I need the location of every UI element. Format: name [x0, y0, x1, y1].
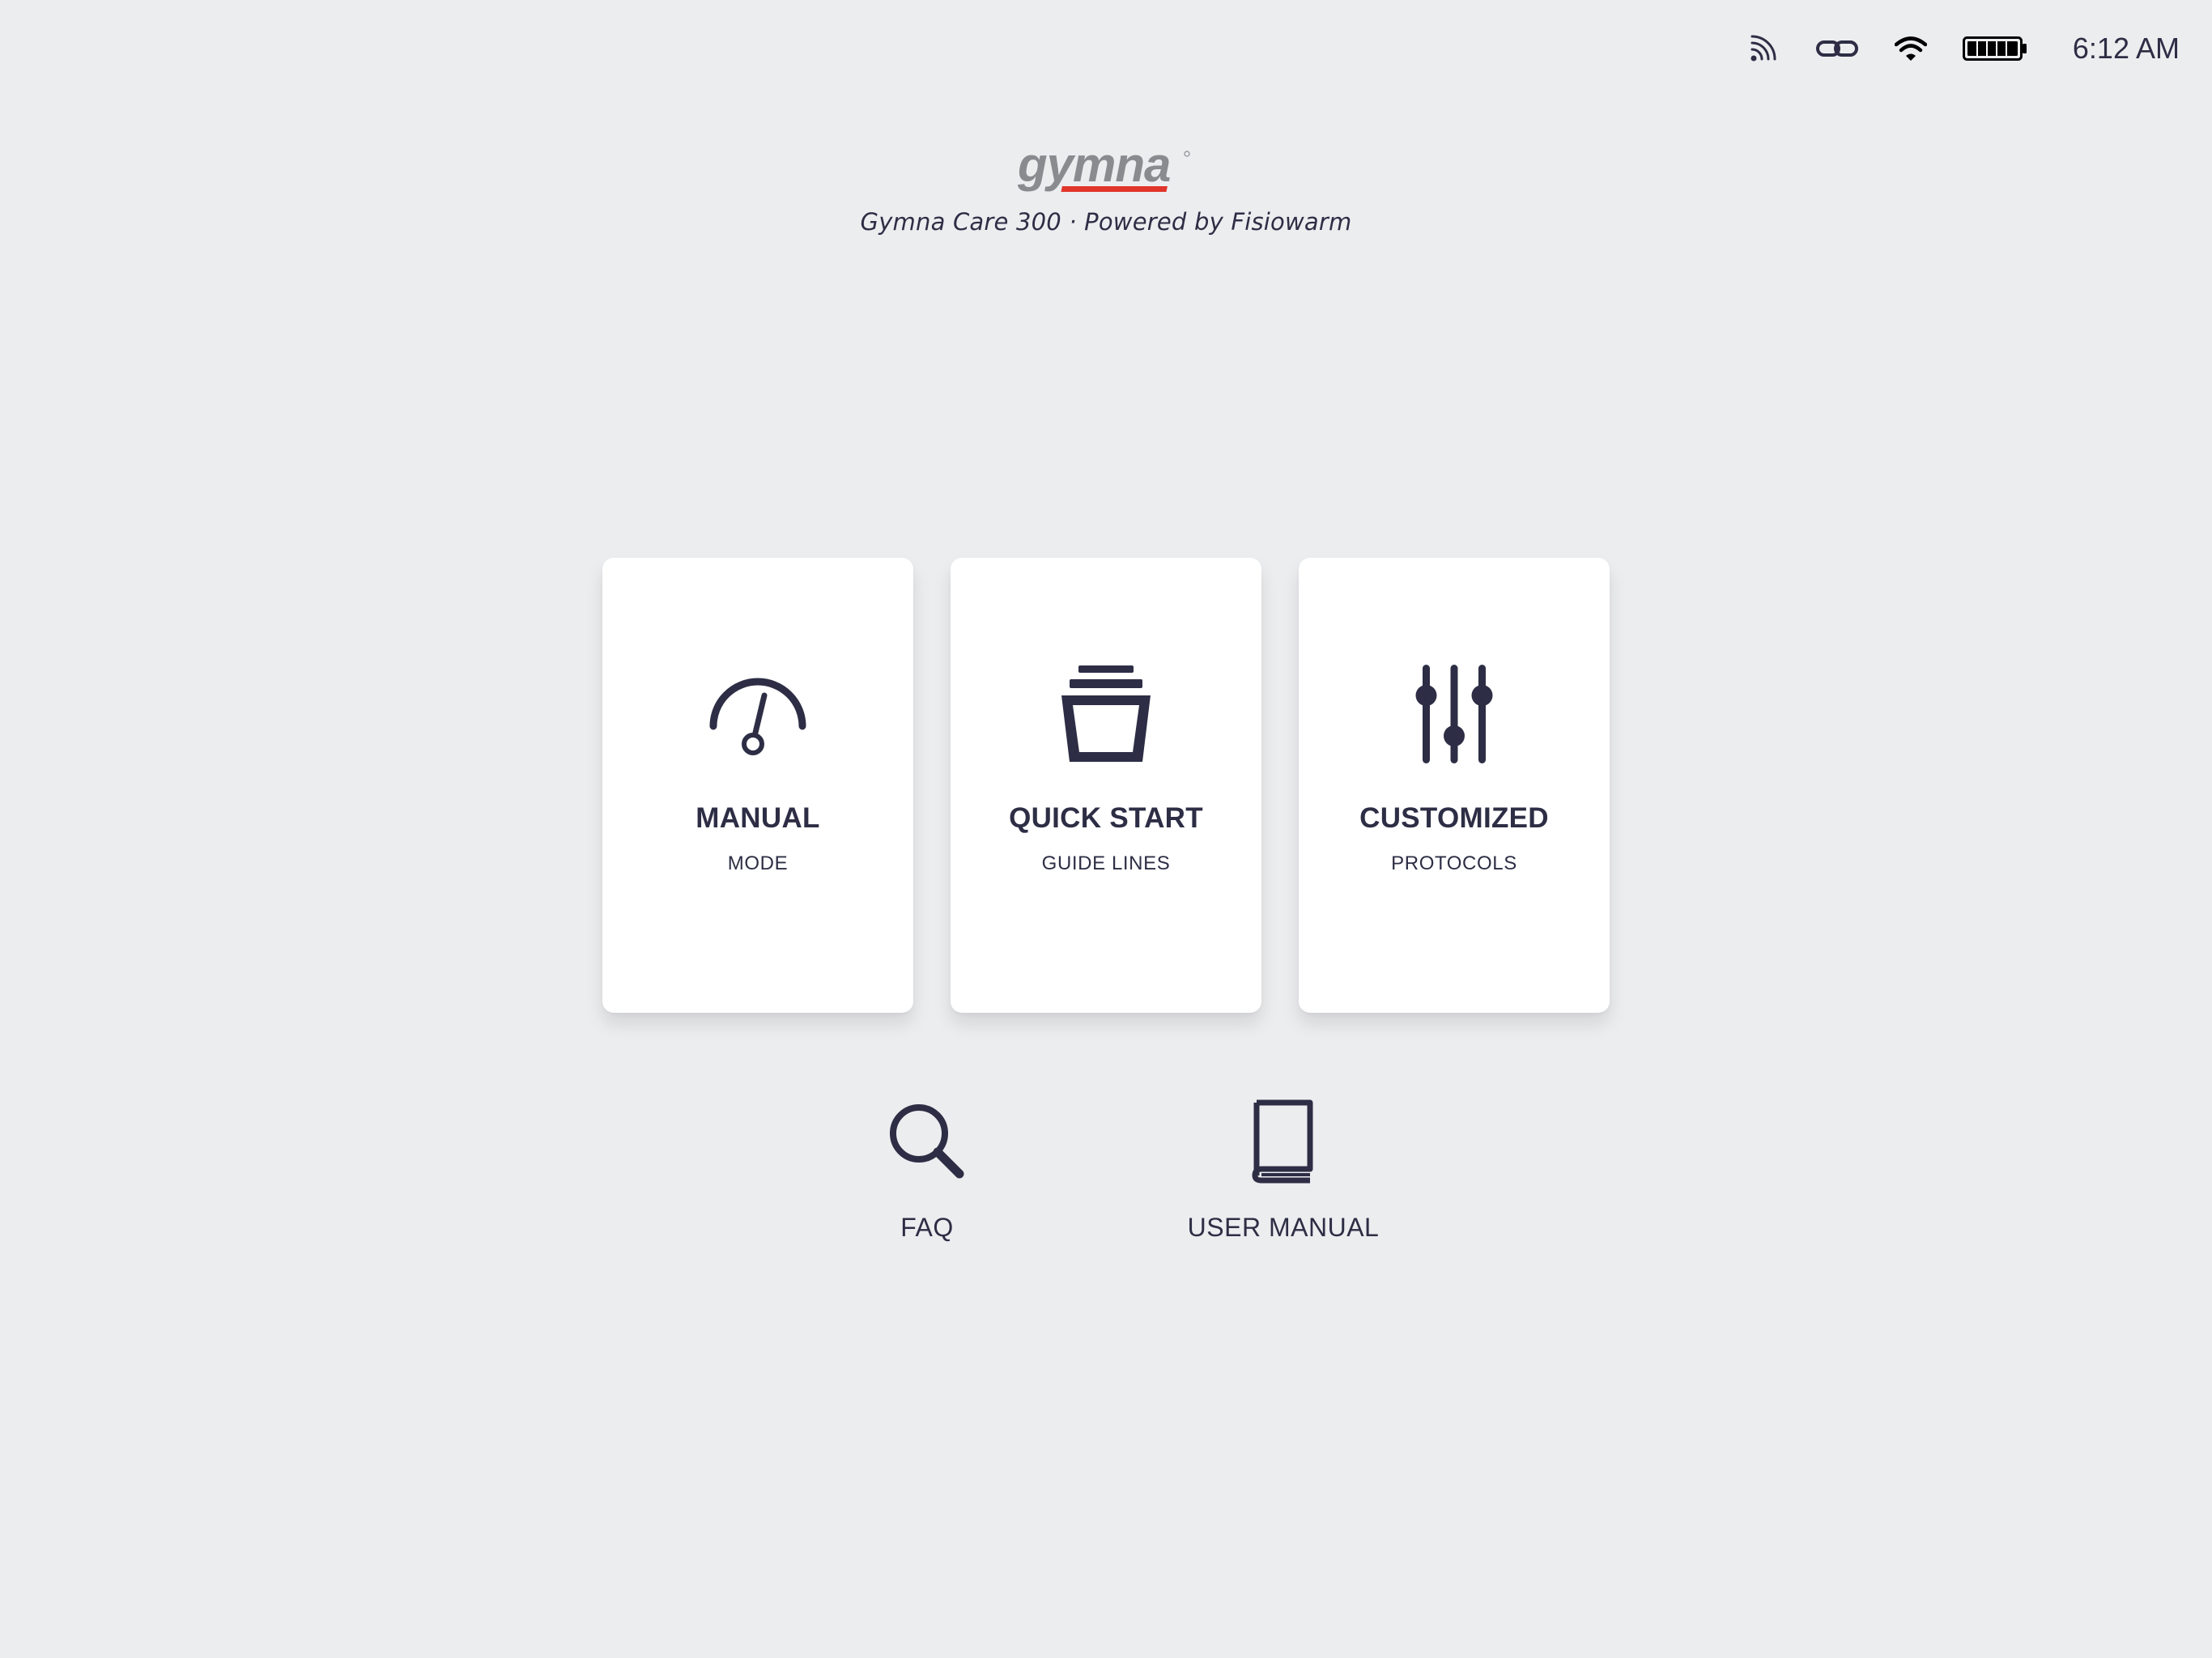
- gymna-logo: gymna: [1013, 138, 1199, 202]
- link-icon: [1815, 36, 1859, 61]
- faq-label: FAQ: [900, 1213, 954, 1242]
- manual-mode-card[interactable]: MANUAL MODE: [602, 558, 913, 1013]
- stack-icon: [951, 661, 1261, 767]
- card-title: MANUAL: [696, 802, 820, 834]
- wifi-icon: [1894, 36, 1927, 62]
- book-icon: [1162, 1093, 1405, 1190]
- user-manual-label: USER MANUAL: [1187, 1213, 1380, 1242]
- card-subtitle: GUIDE LINES: [1041, 852, 1171, 874]
- card-title: QUICK START: [1009, 802, 1203, 834]
- brand-header: gymna Gymna Care 300 · Powered by Fisiow…: [0, 138, 2212, 236]
- quick-start-card[interactable]: QUICK START GUIDE LINES: [951, 558, 1261, 1013]
- card-title: CUSTOMIZED: [1359, 802, 1549, 834]
- card-subtitle: PROTOCOLS: [1391, 852, 1517, 874]
- search-icon: [846, 1093, 1008, 1190]
- svg-text:gymna: gymna: [1017, 144, 1170, 192]
- customized-protocols-card[interactable]: CUSTOMIZED PROTOCOLS: [1299, 558, 1610, 1013]
- sliders-icon: [1299, 661, 1610, 767]
- gauge-icon: [602, 661, 913, 767]
- brand-tagline: Gymna Care 300 · Powered by Fisiowarm: [860, 208, 1352, 236]
- mode-cards: MANUAL MODE QUICK START GUIDE LINES CUST…: [602, 558, 1610, 1013]
- status-bar: 6:12 AM: [1749, 24, 2180, 73]
- faq-link[interactable]: FAQ: [846, 1093, 1008, 1243]
- battery-icon: [1962, 35, 2027, 62]
- card-subtitle: MODE: [727, 852, 789, 874]
- status-time: 6:12 AM: [2072, 32, 2180, 65]
- user-manual-link[interactable]: USER MANUAL: [1162, 1093, 1405, 1243]
- signal-icon: [1749, 35, 1780, 62]
